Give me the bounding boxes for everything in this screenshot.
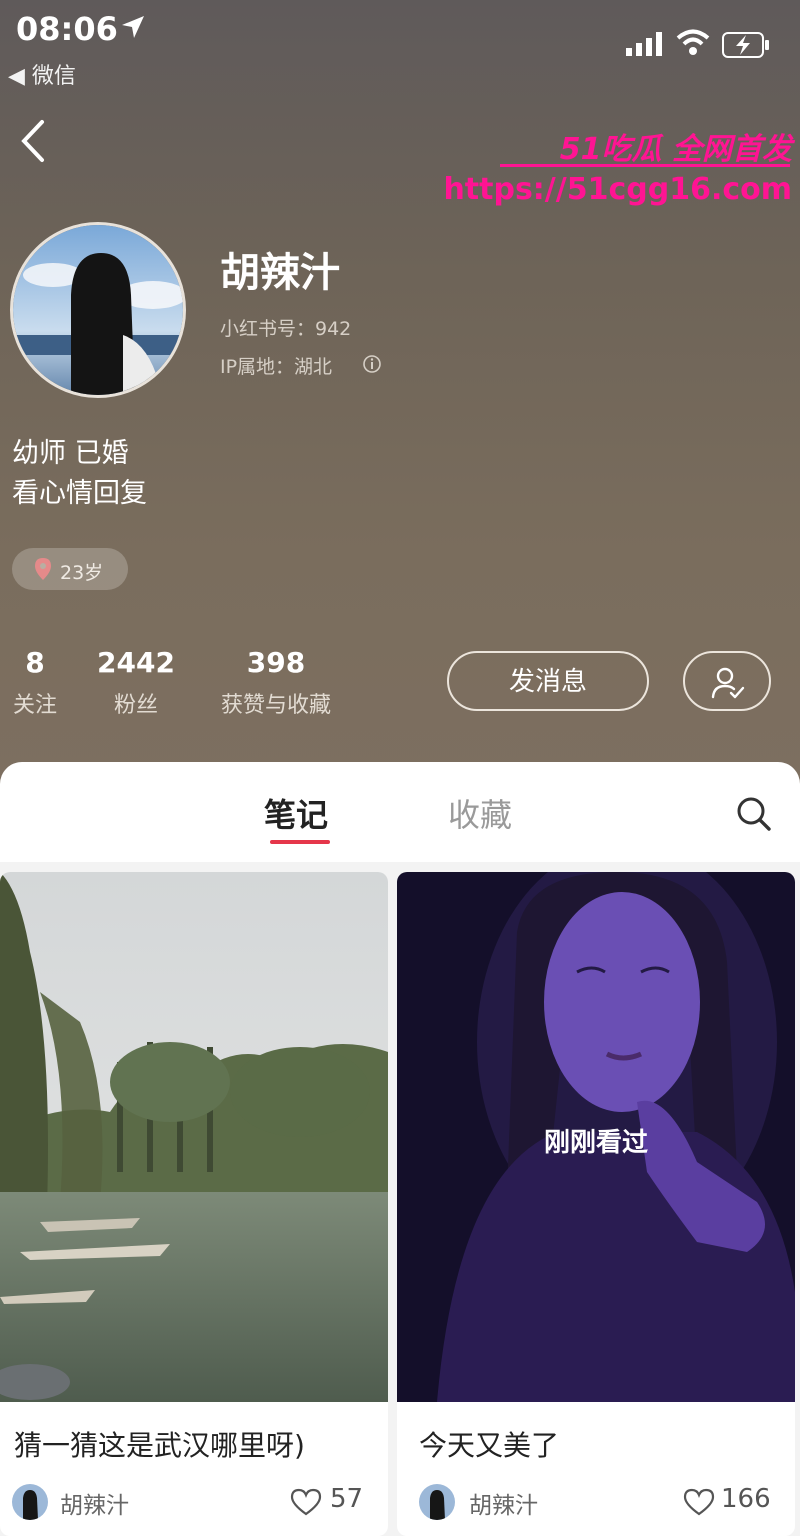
active-tab-indicator bbox=[270, 840, 330, 844]
age-text: 23岁 bbox=[60, 562, 104, 584]
note-cover-image[interactable] bbox=[0, 872, 388, 1402]
cellular-signal-icon bbox=[626, 32, 664, 60]
watermark: 51吃瓜 全网首发 https://51cgg16.com bbox=[443, 118, 800, 213]
location-arrow-icon bbox=[120, 14, 146, 44]
followers-label: 粉丝 bbox=[113, 693, 158, 718]
following-count: 8 bbox=[25, 646, 45, 679]
author-name[interactable]: 胡辣汁 bbox=[469, 1486, 538, 1520]
tab-collections[interactable]: 收藏 bbox=[448, 790, 512, 836]
followers-count: 2442 bbox=[97, 646, 175, 679]
bio-line2: 看心情回复 bbox=[12, 478, 147, 509]
note-title: 今天又美了 bbox=[419, 1429, 560, 1462]
redbook-id[interactable]: 小红书号：942 bbox=[220, 314, 351, 341]
author-name[interactable]: 胡辣汁 bbox=[60, 1486, 129, 1520]
watermark-line1: 51吃瓜 全网首发 bbox=[559, 132, 792, 167]
send-message-button[interactable]: 发消息 bbox=[447, 651, 649, 711]
likes-label: 获赞与收藏 bbox=[220, 693, 331, 718]
following-label: 关注 bbox=[12, 693, 57, 718]
likes-count: 398 bbox=[246, 646, 306, 679]
user-check-icon bbox=[711, 667, 745, 699]
back-to-app-link[interactable]: ◀ 微信 bbox=[8, 58, 76, 90]
like-count: 57 bbox=[330, 1484, 364, 1514]
status-time: 08:06 bbox=[16, 10, 118, 48]
status-bar: 08:06 ◀ 微信 bbox=[0, 0, 800, 90]
location-pin-icon bbox=[34, 557, 52, 586]
back-button[interactable] bbox=[14, 116, 54, 166]
search-icon[interactable] bbox=[735, 795, 773, 837]
watermark-divider bbox=[500, 164, 790, 167]
note-title: 猜一猜这是武汉哪里呀) bbox=[14, 1429, 305, 1462]
profile-bio: 幼师 已婚 看心情回复 bbox=[12, 434, 147, 514]
note-card[interactable]: 猜一猜这是武汉哪里呀) 胡辣汁 57 bbox=[0, 872, 388, 1536]
wifi-icon bbox=[676, 28, 710, 60]
stat-following[interactable]: 8 关注 bbox=[10, 646, 60, 719]
bio-line1: 幼师 已婚 bbox=[12, 438, 129, 469]
watermark-line2: https://51cgg16.com bbox=[443, 172, 792, 207]
age-badge: 23岁 bbox=[12, 548, 128, 590]
like-count: 166 bbox=[721, 1484, 771, 1514]
heart-icon[interactable] bbox=[290, 1488, 322, 1520]
profile-name: 胡辣汁 bbox=[220, 250, 340, 296]
info-icon[interactable] bbox=[362, 354, 382, 378]
ip-location: IP属地：湖北 bbox=[220, 356, 333, 378]
stat-followers[interactable]: 2442 粉丝 bbox=[96, 646, 176, 719]
author-avatar[interactable] bbox=[419, 1484, 455, 1520]
heart-icon[interactable] bbox=[683, 1488, 715, 1520]
note-card[interactable]: 刚刚看过 今天又美了 胡辣汁 166 bbox=[397, 872, 795, 1536]
recently-viewed-overlay: 刚刚看过 bbox=[543, 1128, 648, 1158]
stat-likes-collections[interactable]: 398 获赞与收藏 bbox=[212, 646, 340, 719]
profile-avatar[interactable] bbox=[10, 222, 186, 398]
follow-button[interactable] bbox=[683, 651, 771, 711]
battery-charging-icon bbox=[722, 32, 770, 62]
author-avatar[interactable] bbox=[12, 1484, 48, 1520]
tab-notes[interactable]: 笔记 bbox=[264, 790, 328, 836]
